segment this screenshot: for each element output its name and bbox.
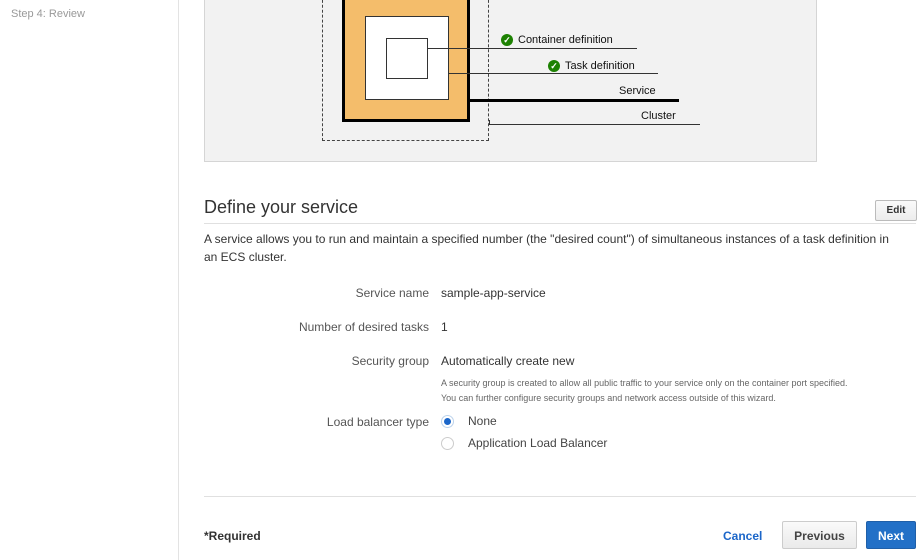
security-group-label: Security group <box>351 354 429 368</box>
task-definition-label: ✓ Task definition <box>548 60 635 72</box>
security-group-help: A security group is created to allow all… <box>441 378 848 403</box>
previous-button[interactable]: Previous <box>782 521 857 549</box>
service-leader-line <box>470 99 679 102</box>
load-balancer-label: Load balancer type <box>326 415 429 429</box>
service-name-label: Service name <box>355 286 429 300</box>
check-icon: ✓ <box>548 60 560 72</box>
load-balancer-option-alb[interactable]: Application Load Balancer <box>441 436 607 450</box>
container-definition-label: ✓ Container definition <box>501 34 613 46</box>
cluster-leader-line <box>489 124 700 125</box>
check-icon: ✓ <box>501 34 513 46</box>
footer-divider <box>204 496 916 497</box>
diagram-panel <box>204 0 817 162</box>
service-name-value: sample-app-service <box>441 286 546 300</box>
cancel-button[interactable]: Cancel <box>723 529 762 543</box>
container-leader-line <box>428 48 637 49</box>
section-divider <box>204 223 916 224</box>
edit-button[interactable]: Edit <box>875 200 917 221</box>
desired-tasks-value: 1 <box>441 320 448 334</box>
security-group-value: Automatically create new <box>441 354 575 368</box>
next-button[interactable]: Next <box>866 521 916 549</box>
section-title: Define your service <box>204 197 359 217</box>
cluster-label: Cluster <box>641 110 676 122</box>
required-note: *Required <box>204 529 261 543</box>
sidebar: Step 4: Review <box>0 0 179 560</box>
desired-tasks-label: Number of desired tasks <box>298 320 429 334</box>
sidebar-step-review[interactable]: Step 4: Review <box>11 8 85 20</box>
radio-selected-icon[interactable] <box>441 414 454 428</box>
container-definition-box <box>386 38 428 79</box>
load-balancer-option-none[interactable]: None <box>441 414 497 428</box>
radio-empty-icon[interactable] <box>441 436 454 450</box>
service-label: Service <box>619 85 656 97</box>
section-description: A service allows you to run and maintain… <box>204 232 889 264</box>
task-leader-line <box>449 73 658 74</box>
